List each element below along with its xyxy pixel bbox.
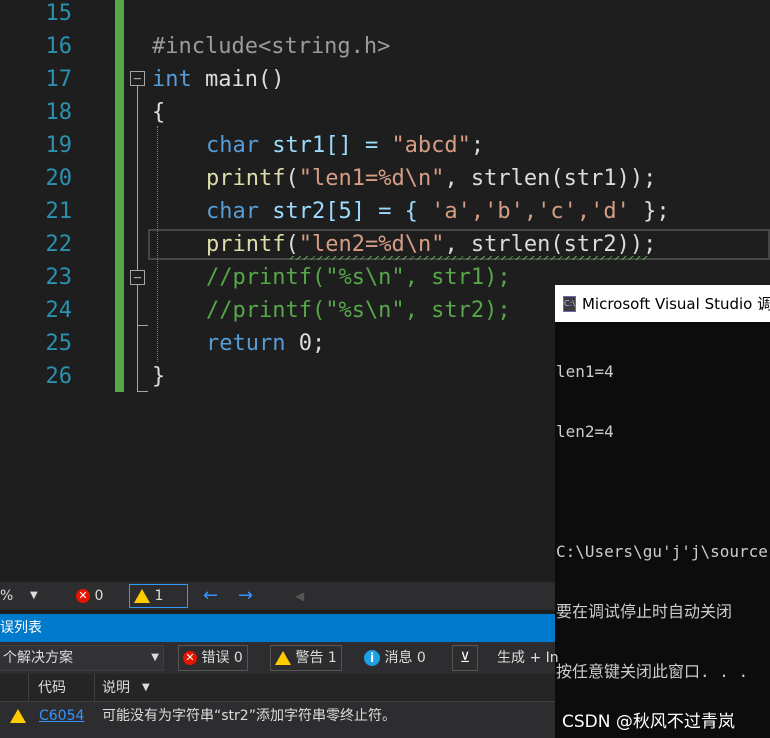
- messages-filter-button[interactable]: i 消息 0: [359, 645, 431, 671]
- code-text: int main(): [152, 67, 285, 92]
- code-line[interactable]: 17 int main(): [0, 63, 770, 96]
- code-text: char str2[5] = { 'a','b','c','d' };: [206, 199, 670, 224]
- code-text: printf("len1=%d\n", strlen(str1));: [206, 166, 657, 191]
- line-number: 24: [45, 298, 73, 323]
- warning-description: 可能没有为字符串“str2”添加字符串零终止符。: [102, 708, 396, 724]
- console-line: 按任意键关闭此窗口. . .: [556, 662, 749, 681]
- build-filter-dropdown[interactable]: 生成 + In: [492, 645, 564, 671]
- comment-text: //printf("%s\n", str1);: [206, 265, 511, 290]
- code-line[interactable]: 16 #include<string.h>: [0, 30, 770, 63]
- console-line: len1=4: [556, 362, 614, 381]
- warning-icon: [10, 709, 26, 723]
- fold-guide-end: [137, 391, 148, 392]
- scope-dropdown[interactable]: 个解决方案 ▼: [0, 645, 164, 671]
- console-output: len1=4 len2=4 C:\Users\gu'j'j\source 要在调…: [555, 322, 770, 722]
- scope-value: 个解决方案: [3, 650, 73, 666]
- scroll-left-icon[interactable]: ◀: [295, 582, 304, 610]
- column-header-code[interactable]: 代码: [38, 674, 66, 702]
- panel-title-text: 误列表: [0, 620, 42, 636]
- error-list-panel-title[interactable]: 误列表: [0, 614, 555, 642]
- zoom-level[interactable]: %: [0, 582, 13, 610]
- code-line[interactable]: 19 char str1[] = "abcd";: [0, 129, 770, 162]
- errors-filter-button[interactable]: ✕ 错误 0: [178, 645, 248, 671]
- error-count[interactable]: ✕ 0: [76, 582, 103, 610]
- code-line[interactable]: 15: [0, 0, 770, 30]
- fold-guide-end: [137, 325, 148, 326]
- column-divider: [28, 674, 29, 702]
- error-icon: ✕: [76, 589, 90, 603]
- line-number: 16: [45, 34, 73, 59]
- console-app-icon: C:\: [563, 295, 576, 312]
- console-line: 要在调试停止时自动关闭: [556, 602, 733, 621]
- include-directive: #include<string.h>: [152, 34, 391, 59]
- code-text: char str1[] = "abcd";: [206, 133, 485, 158]
- collapse-main-icon[interactable]: −: [130, 71, 145, 86]
- errors-filter-label: 错误 0: [201, 650, 243, 666]
- line-number: 15: [45, 1, 73, 26]
- column-divider: [94, 674, 95, 702]
- zoom-dropdown-icon[interactable]: ▼: [30, 582, 38, 610]
- error-icon: ✕: [183, 651, 197, 665]
- line-number: 17: [45, 67, 73, 92]
- line-number: 20: [45, 166, 73, 191]
- comment-text: //printf("%s\n", str2);: [206, 298, 511, 323]
- warning-code-link[interactable]: C6054: [39, 702, 84, 730]
- console-line: C:\Users\gu'j'j\source: [556, 542, 768, 561]
- code-text: {: [152, 100, 166, 125]
- nav-forward-icon[interactable]: →: [238, 582, 253, 610]
- warning-icon: [275, 651, 291, 665]
- chevron-down-icon: ▼: [151, 652, 159, 663]
- fold-guide: [137, 86, 138, 392]
- line-number: 19: [45, 133, 73, 158]
- nav-back-icon[interactable]: ←: [203, 582, 218, 610]
- line-number: 23: [45, 265, 73, 290]
- error-list-header: 代码 说明 ▼: [0, 674, 555, 702]
- watermark: CSDN @秋风不过青岚: [562, 712, 735, 732]
- warning-squiggle[interactable]: [290, 256, 650, 260]
- chevron-down-icon[interactable]: ▼: [142, 674, 150, 702]
- line-number: 25: [45, 331, 73, 356]
- error-list-toolbar: 个解决方案 ▼ ✕ 错误 0 警告 1 i 消息 0 ⊻ 生成 + In: [0, 642, 559, 674]
- line-number: 22: [45, 232, 73, 257]
- column-header-description[interactable]: 说明: [102, 674, 130, 702]
- warnings-filter-label: 警告 1: [295, 650, 337, 666]
- debug-console-window[interactable]: C:\ Microsoft Visual Studio 调 len1=4 len…: [555, 285, 770, 738]
- warning-count[interactable]: 1: [129, 584, 189, 608]
- indent-guide: [157, 126, 158, 362]
- editor-status-bar: % ▼ ✕ 0 1 ← → ◀: [0, 582, 555, 610]
- code-line[interactable]: 21 char str2[5] = { 'a','b','c','d' };: [0, 195, 770, 228]
- warning-icon: [134, 589, 150, 603]
- console-line: len2=4: [556, 422, 614, 441]
- code-line[interactable]: 20 printf("len1=%d\n", strlen(str1));: [0, 162, 770, 195]
- info-icon: i: [364, 650, 380, 666]
- build-filter-label: 生成 + In: [497, 650, 559, 666]
- clear-filter-icon[interactable]: ⊻: [452, 645, 478, 671]
- console-titlebar[interactable]: C:\ Microsoft Visual Studio 调: [555, 285, 770, 322]
- warnings-filter-button[interactable]: 警告 1: [270, 645, 342, 671]
- code-text: }: [152, 364, 166, 389]
- line-number: 26: [45, 364, 73, 389]
- line-number: 21: [45, 199, 73, 224]
- collapse-comment-icon[interactable]: −: [130, 270, 145, 285]
- error-list-row[interactable]: C6054 可能没有为字符串“str2”添加字符串零终止符。: [0, 702, 555, 738]
- code-text: return 0;: [206, 331, 326, 356]
- console-title: Microsoft Visual Studio 调: [581, 295, 770, 313]
- code-line[interactable]: 18 {: [0, 96, 770, 129]
- messages-filter-label: 消息 0: [384, 650, 426, 666]
- line-number: 18: [45, 100, 73, 125]
